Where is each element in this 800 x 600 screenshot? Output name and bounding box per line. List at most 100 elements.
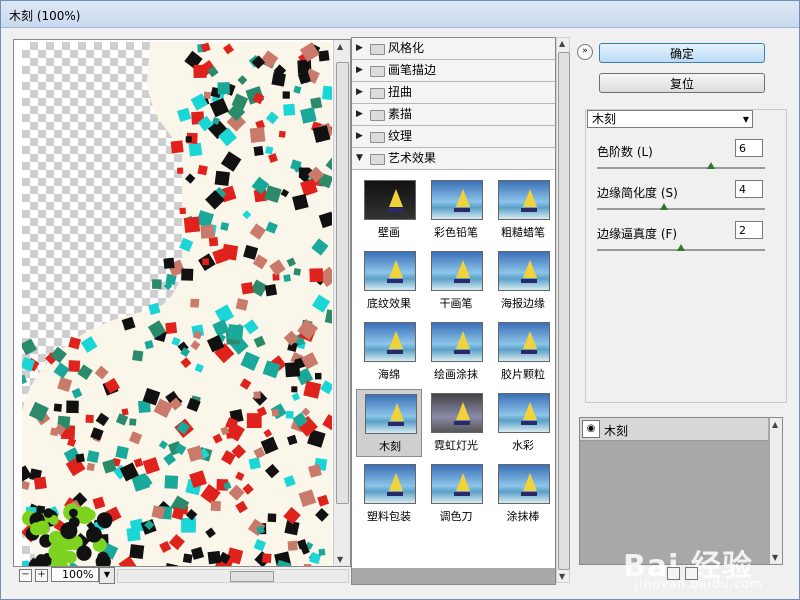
filter-thumbnail[interactable]: 涂抹棒 bbox=[490, 460, 555, 528]
filter-thumbnail[interactable]: 木刻 bbox=[356, 389, 422, 457]
filter-preview-image bbox=[498, 464, 550, 504]
parameter-slider-track[interactable] bbox=[597, 208, 765, 210]
zoom-out-button[interactable]: − bbox=[19, 569, 32, 582]
filter-thumbnail[interactable]: 壁画 bbox=[356, 176, 422, 244]
ok-button[interactable]: 确定 bbox=[599, 43, 765, 63]
gallery-scroll-down-icon[interactable]: ▼ bbox=[559, 572, 565, 581]
filter-thumbnail-label: 塑料包装 bbox=[367, 510, 411, 523]
zoom-level-field[interactable]: 100% bbox=[51, 567, 99, 582]
triangle-right-icon[interactable]: ▶ bbox=[356, 38, 363, 59]
filter-thumbnail[interactable]: 调色刀 bbox=[423, 460, 489, 528]
filter-preview-image bbox=[364, 180, 416, 220]
filter-category[interactable]: ▶ 纹理 bbox=[352, 126, 555, 148]
gallery-scrollbar[interactable]: ▲ ▼ bbox=[556, 37, 570, 583]
filter-parameter: 色阶数 (L) 6 bbox=[597, 139, 767, 179]
filter-select-value: 木刻 bbox=[592, 112, 617, 126]
triangle-right-icon[interactable]: ▶ bbox=[356, 82, 363, 103]
filter-category[interactable]: ▶ 画笔描边 bbox=[352, 60, 555, 82]
preview-vscroll-thumb[interactable] bbox=[336, 62, 349, 504]
zoom-in-button[interactable]: + bbox=[35, 569, 48, 582]
art-effects-thumbnails: 壁画 彩色铅笔 粗糙蜡笔底纹效果 干画笔 海报边缘海绵 绘画涂抹 胶片颗粒木刻 霓虹灯光 水彩塑… bbox=[352, 170, 555, 570]
filter-category-label: 艺术效果 bbox=[388, 151, 437, 165]
filter-preview-image bbox=[364, 251, 416, 291]
gallery-empty-area bbox=[352, 568, 555, 584]
triangle-right-icon[interactable]: ▶ bbox=[356, 60, 363, 81]
filter-thumbnail[interactable]: 胶片颗粒 bbox=[490, 318, 555, 386]
filter-category[interactable]: ▼ 艺术效果 bbox=[352, 148, 555, 170]
filter-thumbnail[interactable]: 粗糙蜡笔 bbox=[490, 176, 555, 244]
filter-thumbnail-label: 木刻 bbox=[379, 440, 401, 453]
filter-thumbnail[interactable]: 水彩 bbox=[490, 389, 555, 457]
filter-category[interactable]: ▶ 素描 bbox=[352, 104, 555, 126]
filter-preview-image bbox=[365, 394, 417, 434]
gallery-scroll-up-icon[interactable]: ▲ bbox=[559, 39, 565, 48]
filter-thumbnail-label: 调色刀 bbox=[439, 510, 473, 523]
filter-gallery-list: ▶ 风格化 ▶ 画笔描边 ▶ 扭曲 ▶ 素描 ▶ 纹理 ▼ 艺术效果 壁画 彩色铅笔 粗糙蜡笔 底纹效果 干画… bbox=[351, 37, 556, 585]
parameter-value-field[interactable]: 6 bbox=[735, 139, 763, 157]
filter-preview-image bbox=[498, 180, 550, 220]
dialog-body: ▲ ▼ − + 100% ▼ ▶ 风格化 ▶ 画笔描边 ▶ 扭曲 ▶ 素描 ▶ 纹理 ▼ 艺术效果 壁… bbox=[7, 31, 793, 593]
layers-scroll-down-icon[interactable]: ▼ bbox=[772, 553, 778, 562]
parameter-value-field[interactable]: 4 bbox=[735, 180, 763, 198]
filter-category-label: 纹理 bbox=[388, 129, 413, 143]
filter-thumbnail-label: 霓虹灯光 bbox=[434, 439, 478, 452]
filter-preview-image bbox=[431, 393, 483, 433]
zoom-bar: − + 100% ▼ bbox=[13, 567, 349, 585]
filter-preview-image bbox=[431, 464, 483, 504]
filter-preview-image bbox=[364, 464, 416, 504]
filter-thumbnail-label: 粗糙蜡笔 bbox=[501, 226, 545, 239]
scroll-down-icon[interactable]: ▼ bbox=[337, 555, 343, 564]
filter-thumbnail[interactable]: 底纹效果 bbox=[356, 247, 422, 315]
collapse-gallery-button[interactable]: » bbox=[577, 44, 593, 60]
layers-scroll-up-icon[interactable]: ▲ bbox=[772, 420, 778, 429]
parameter-slider-knob[interactable] bbox=[707, 162, 716, 169]
triangle-down-icon[interactable]: ▼ bbox=[356, 148, 363, 169]
parameter-label: 边缘简化度 (S) bbox=[597, 186, 678, 200]
parameter-slider-track[interactable] bbox=[597, 167, 765, 169]
woodcut-preview-image bbox=[22, 42, 332, 566]
window-title: 木刻 (100%) bbox=[9, 9, 81, 23]
filter-thumbnail[interactable]: 塑料包装 bbox=[356, 460, 422, 528]
preview-vertical-scrollbar[interactable]: ▲ ▼ bbox=[333, 40, 350, 566]
filter-thumbnail[interactable]: 霓虹灯光 bbox=[423, 389, 489, 457]
filter-preview-image bbox=[498, 393, 550, 433]
eye-icon[interactable]: ◉ bbox=[582, 420, 600, 438]
filter-parameter: 边缘逼真度 (F) 2 bbox=[597, 221, 767, 261]
parameter-slider-knob[interactable] bbox=[677, 244, 685, 251]
filter-thumbnail-label: 胶片颗粒 bbox=[501, 368, 545, 381]
filter-select[interactable]: 木刻 ▼ bbox=[587, 110, 753, 128]
layers-scrollbar[interactable]: ▲ ▼ bbox=[770, 418, 782, 564]
preview-horizontal-scrollbar[interactable] bbox=[117, 569, 349, 583]
parameter-label: 边缘逼真度 (F) bbox=[597, 227, 678, 241]
title-bar[interactable]: 木刻 (100%) bbox=[1, 1, 799, 28]
filter-thumbnail-label: 底纹效果 bbox=[367, 297, 411, 310]
filter-thumbnail-label: 绘画涂抹 bbox=[434, 368, 478, 381]
triangle-right-icon[interactable]: ▶ bbox=[356, 126, 363, 147]
filter-category[interactable]: ▶ 风格化 bbox=[352, 38, 555, 60]
filter-thumbnail[interactable]: 彩色铅笔 bbox=[423, 176, 489, 244]
gallery-scroll-thumb[interactable] bbox=[558, 52, 570, 570]
filter-thumbnail-label: 海报边缘 bbox=[501, 297, 545, 310]
filter-thumbnail[interactable]: 干画笔 bbox=[423, 247, 489, 315]
effect-layer-row[interactable]: ◉ 木刻 bbox=[580, 418, 768, 441]
reset-button[interactable]: 复位 bbox=[599, 73, 765, 93]
filter-preview-image bbox=[431, 322, 483, 362]
filter-thumbnail[interactable]: 海报边缘 bbox=[490, 247, 555, 315]
filter-thumbnail-label: 水彩 bbox=[512, 439, 534, 452]
delete-effect-layer-icon[interactable] bbox=[685, 567, 698, 580]
filter-thumbnail[interactable]: 海绵 bbox=[356, 318, 422, 386]
zoom-dropdown-icon[interactable]: ▼ bbox=[99, 567, 115, 584]
new-effect-layer-icon[interactable] bbox=[667, 567, 680, 580]
scroll-up-icon[interactable]: ▲ bbox=[337, 42, 343, 51]
parameter-value-field[interactable]: 2 bbox=[735, 221, 763, 239]
filter-thumbnail[interactable]: 绘画涂抹 bbox=[423, 318, 489, 386]
preview-hscroll-thumb[interactable] bbox=[230, 571, 274, 582]
preview-pane[interactable]: ▲ ▼ bbox=[13, 39, 351, 567]
filter-category-label: 素描 bbox=[388, 107, 413, 121]
filter-preview-image bbox=[431, 251, 483, 291]
filter-thumbnail-label: 壁画 bbox=[378, 226, 400, 239]
parameter-slider-knob[interactable] bbox=[660, 203, 669, 210]
filter-thumbnail-label: 涂抹棒 bbox=[506, 510, 540, 523]
triangle-right-icon[interactable]: ▶ bbox=[356, 104, 363, 125]
filter-category[interactable]: ▶ 扭曲 bbox=[352, 82, 555, 104]
